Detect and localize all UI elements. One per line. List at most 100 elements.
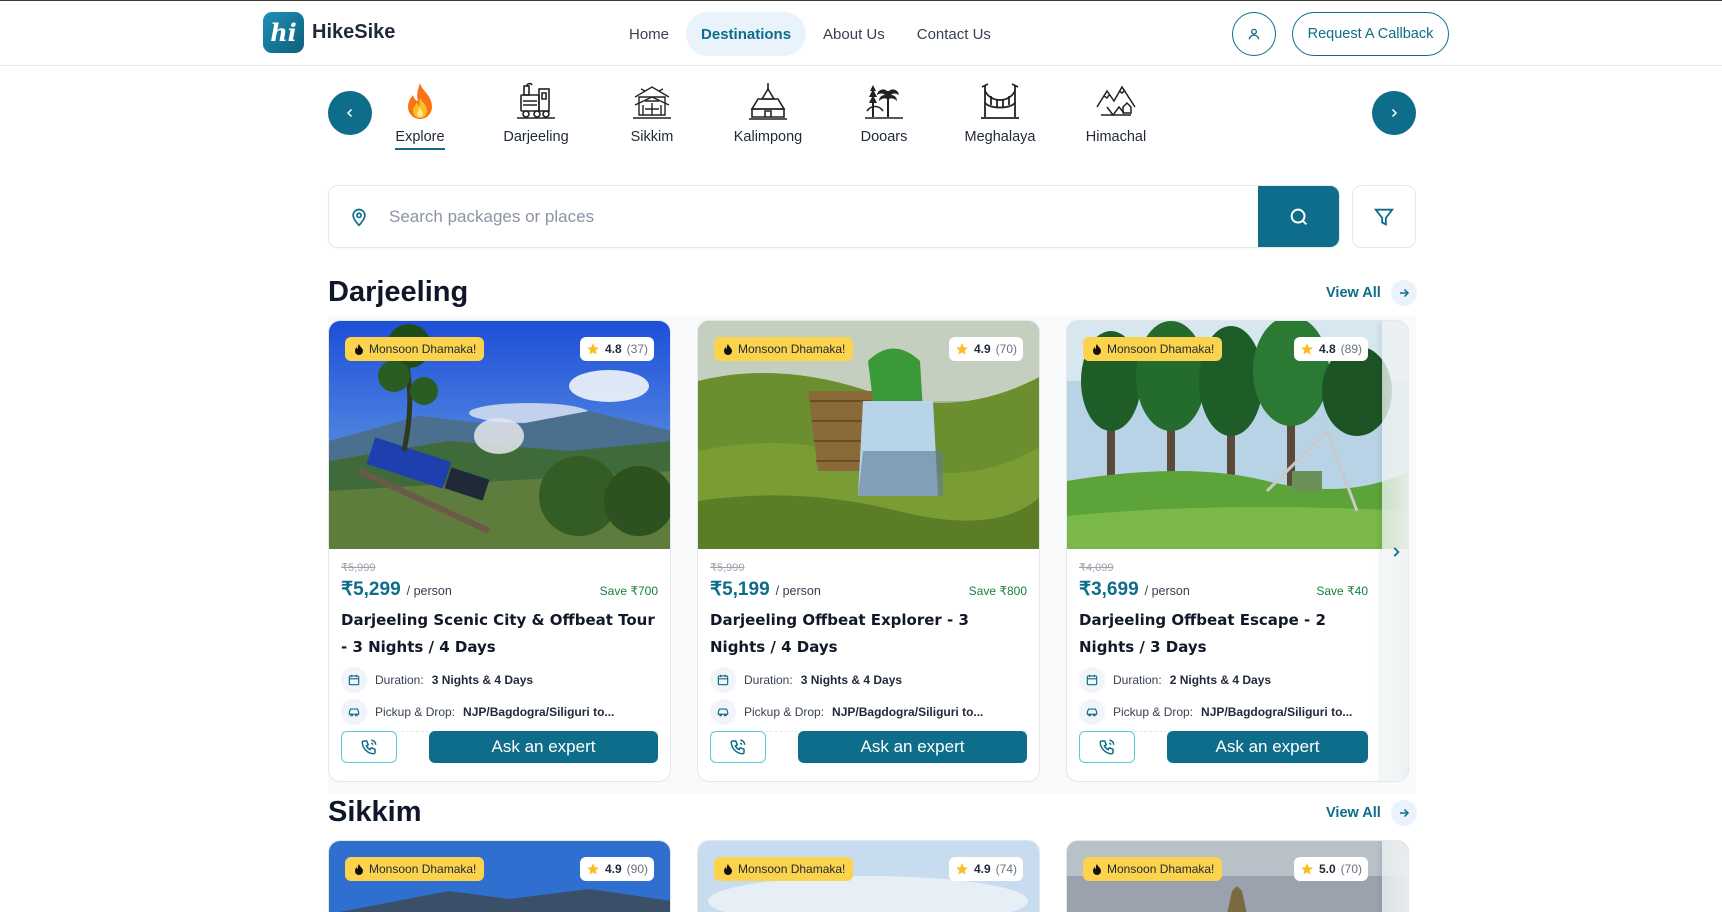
call-button[interactable] (710, 731, 766, 763)
nav-home[interactable]: Home (614, 12, 684, 56)
review-count: (74) (995, 862, 1017, 876)
category-darjeeling[interactable]: Darjeeling (478, 79, 594, 150)
savings-label: Save ₹40 (1316, 584, 1368, 598)
badge-text: Monsoon Dhamaka! (1107, 862, 1215, 876)
site-header: hi HikeSike Home Destinations About Us C… (0, 1, 1722, 66)
pickup-label: Pickup & Drop: (375, 705, 456, 719)
rating-badge: 4.8 (37) (579, 337, 654, 361)
view-all-sikkim-link[interactable]: View All (1326, 800, 1417, 826)
ask-expert-button[interactable]: Ask an expert (429, 731, 658, 763)
pickup-row: Pickup & Drop: NJP/Bagdogra/Siliguri to.… (710, 699, 1027, 725)
per-person-label: / person (1144, 584, 1190, 598)
offer-badge: Monsoon Dhamaka! (714, 337, 854, 361)
review-count: (89) (1340, 342, 1362, 356)
duration-label: Duration: (375, 673, 424, 687)
car-icon (341, 699, 367, 725)
star-icon (956, 863, 968, 875)
package-card[interactable]: Monsoon Dhamaka! 4.9 (74) (697, 840, 1040, 912)
offer-badge: Monsoon Dhamaka! (345, 857, 485, 881)
category-label: Himachal (1085, 129, 1147, 145)
package-card[interactable]: Monsoon Dhamaka! 5.0 (70) (1066, 840, 1409, 912)
category-sikkim[interactable]: Sikkim (594, 79, 710, 150)
arrow-right-icon (1390, 280, 1417, 306)
chevron-right-icon (1393, 547, 1400, 557)
view-all-label: View All (1326, 805, 1381, 821)
category-meghalaya[interactable]: Meghalaya (942, 79, 1058, 150)
category-label: Dooars (860, 129, 908, 145)
chevron-left-icon (346, 108, 353, 118)
pickup-label: Pickup & Drop: (1113, 705, 1194, 719)
pickup-value: NJP/Bagdogra/Siliguri to... (832, 705, 984, 719)
section-title-sikkim: Sikkim (328, 796, 422, 828)
nav-destinations[interactable]: Destinations (686, 12, 807, 56)
nav-contact-us[interactable]: Contact Us (902, 12, 1006, 56)
bridge-icon (978, 79, 1022, 123)
calendar-icon (341, 667, 367, 693)
category-explore[interactable]: Explore (362, 79, 478, 150)
star-icon (587, 343, 599, 355)
rating-badge: 4.9 (74) (948, 857, 1023, 881)
badge-text: Monsoon Dhamaka! (369, 342, 477, 356)
brand-logo[interactable]: hi HikeSike (263, 12, 395, 53)
call-button[interactable] (1079, 731, 1135, 763)
rating-score: 4.9 (973, 342, 991, 356)
review-count: (70) (995, 342, 1017, 356)
cards-next-button[interactable] (1382, 841, 1408, 912)
call-button[interactable] (341, 731, 397, 763)
offer-badge: Monsoon Dhamaka! (1083, 337, 1223, 361)
duration-value: 3 Nights & 4 Days (800, 673, 903, 687)
package-card[interactable]: Monsoon Dhamaka! 4.8 (37) ₹5,999 ₹5,299 … (328, 320, 671, 782)
darjeeling-cards: Monsoon Dhamaka! 4.8 (37) ₹5,999 ₹5,299 … (328, 320, 1409, 782)
category-himachal[interactable]: Himachal (1058, 79, 1174, 150)
rating-badge: 4.9 (70) (948, 337, 1023, 361)
view-all-darjeeling-link[interactable]: View All (1326, 280, 1417, 306)
category-kalimpong[interactable]: Kalimpong (710, 79, 826, 150)
ask-expert-button[interactable]: Ask an expert (1167, 731, 1368, 763)
filter-icon (1373, 208, 1395, 226)
package-image-mountain: Monsoon Dhamaka! 4.9 (90) (329, 841, 670, 912)
rating-score: 4.8 (604, 342, 622, 356)
phone-icon (361, 739, 377, 755)
package-image-forest: Monsoon Dhamaka! 4.8 (89) (1067, 321, 1408, 549)
savings-label: Save ₹800 (968, 584, 1027, 598)
cards-next-button[interactable] (1382, 321, 1408, 781)
rating-score: 4.8 (1318, 342, 1336, 356)
mountains-icon (1094, 79, 1138, 123)
nav-about-us[interactable]: About Us (808, 12, 900, 56)
duration-value: 3 Nights & 4 Days (431, 673, 534, 687)
package-title[interactable]: Darjeeling Offbeat Explorer - 3 Nights /… (710, 607, 1027, 661)
flame-icon (724, 344, 732, 355)
temple-icon (746, 79, 790, 123)
pickup-row: Pickup & Drop: NJP/Bagdogra/Siliguri to.… (1079, 699, 1368, 725)
categories-next-button[interactable] (1372, 91, 1416, 135)
package-card[interactable]: Monsoon Dhamaka! 4.8 (89) ₹4,099 ₹3,699 … (1066, 320, 1409, 782)
package-title[interactable]: Darjeeling Offbeat Escape - 2 Nights / 3… (1079, 607, 1368, 661)
price: ₹3,699 (1079, 579, 1139, 600)
flame-icon (398, 79, 442, 123)
main-nav: Home Destinations About Us Contact Us (614, 12, 1006, 56)
package-title[interactable]: Darjeeling Scenic City & Offbeat Tour - … (341, 607, 658, 661)
phone-icon (1099, 739, 1115, 755)
badge-text: Monsoon Dhamaka! (738, 342, 846, 356)
pickup-value: NJP/Bagdogra/Siliguri to... (1201, 705, 1353, 719)
section-title-darjeeling: Darjeeling (328, 276, 469, 308)
category-dooars[interactable]: Dooars (826, 79, 942, 150)
savings-label: Save ₹700 (599, 584, 658, 598)
search-icon (1290, 208, 1307, 225)
search-button[interactable] (1258, 186, 1339, 247)
arrow-right-icon (1390, 800, 1417, 826)
flame-icon (1093, 864, 1101, 875)
filter-button[interactable] (1352, 185, 1416, 248)
rating-score: 4.9 (604, 862, 622, 876)
package-card[interactable]: Monsoon Dhamaka! 4.9 (90) (328, 840, 671, 912)
rating-badge: 4.9 (90) (579, 857, 654, 881)
flame-icon (355, 864, 363, 875)
package-card[interactable]: Monsoon Dhamaka! 4.9 (70) ₹5,999 ₹5,199 … (697, 320, 1040, 782)
user-account-button[interactable] (1232, 12, 1276, 56)
request-callback-button[interactable]: Request A Callback (1292, 12, 1449, 56)
flame-icon (355, 344, 363, 355)
ask-expert-button[interactable]: Ask an expert (798, 731, 1027, 763)
search-input[interactable] (389, 186, 1239, 247)
toy-train-icon (514, 79, 558, 123)
star-icon (956, 343, 968, 355)
